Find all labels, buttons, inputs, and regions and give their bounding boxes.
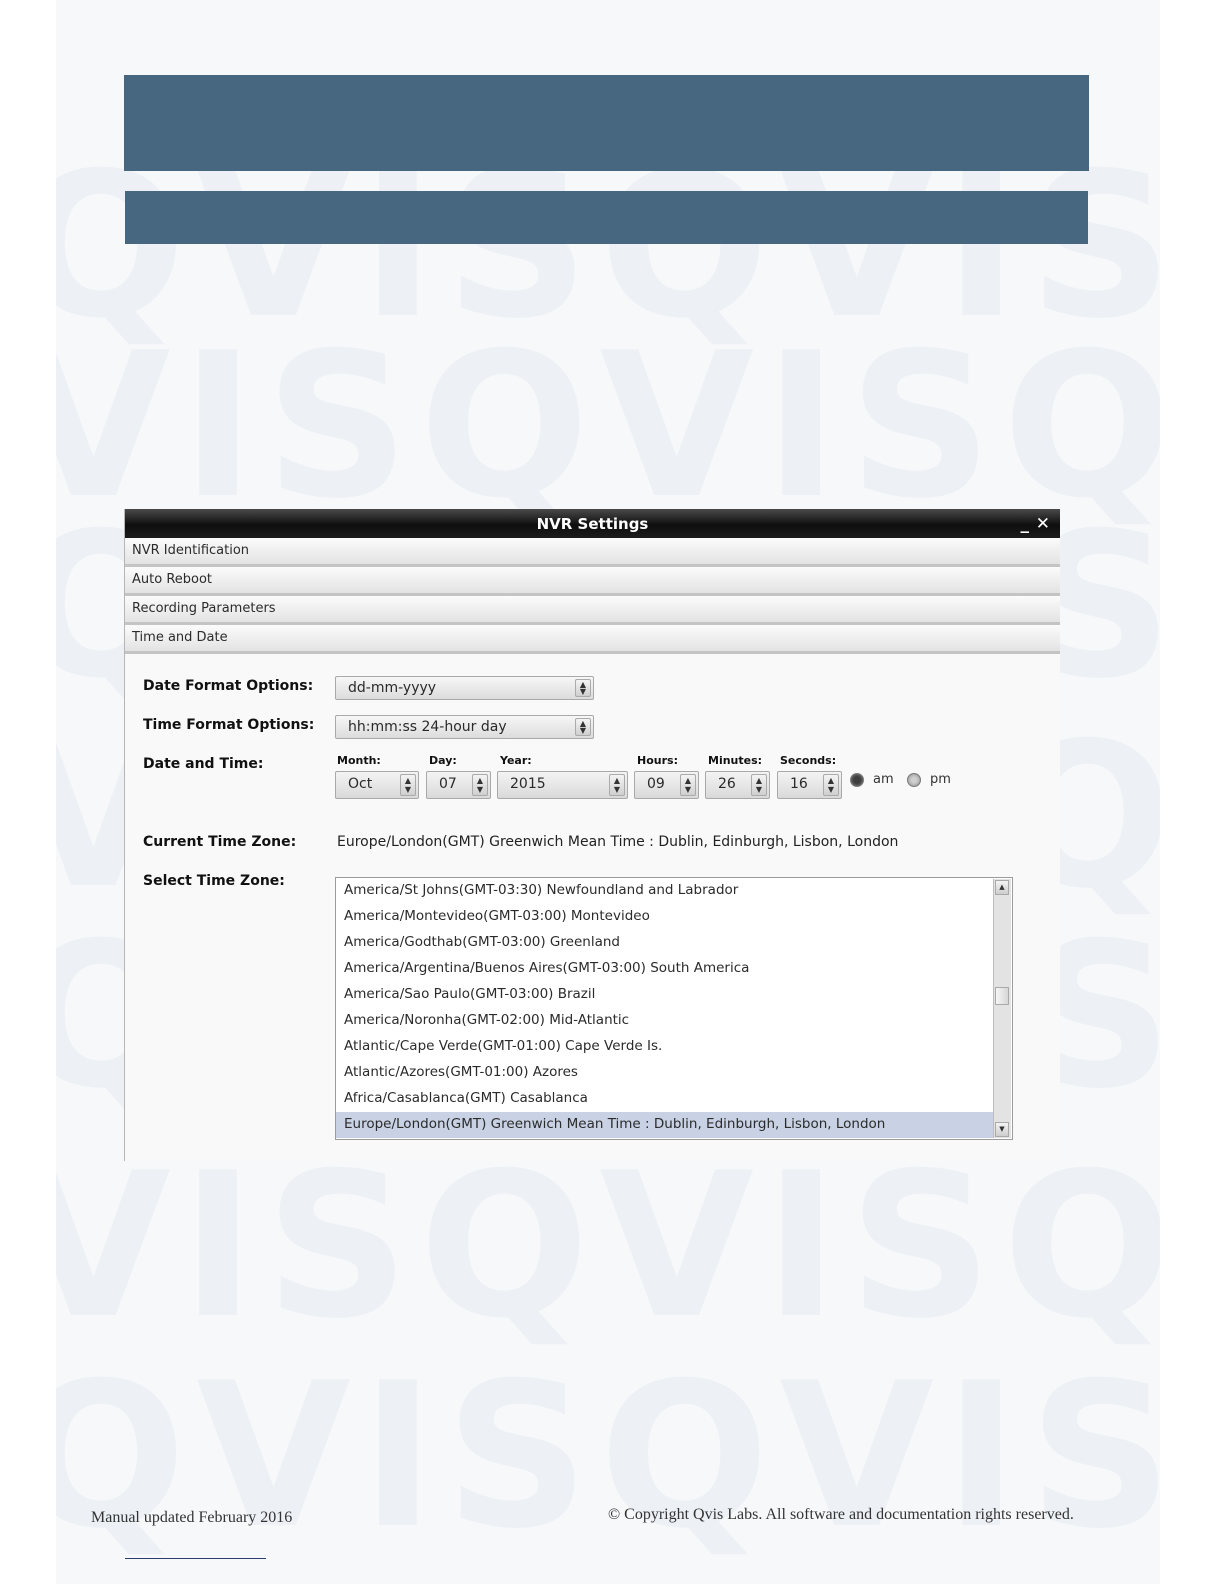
spinner-arrows-icon: ▲ ▼: [472, 774, 488, 796]
window-title: NVR Settings: [536, 515, 649, 533]
minimize-button[interactable]: _: [1021, 509, 1030, 539]
accordion-time-and-date[interactable]: Time and Date: [125, 625, 1060, 654]
month-label: Month:: [337, 754, 381, 767]
time-format-select[interactable]: hh:mm:ss 24-hour day ▲ ▼: [335, 715, 594, 739]
month-value: Oct: [348, 776, 373, 792]
time-format-label: Time Format Options:: [143, 717, 315, 733]
pm-radio[interactable]: [907, 773, 921, 787]
footer-updated-note: Manual updated February 2016: [91, 1509, 293, 1526]
seconds-spinner[interactable]: 16 ▲ ▼: [777, 771, 842, 799]
spinner-arrows-icon: ▲ ▼: [823, 774, 839, 796]
spinner-arrows-icon: ▲ ▼: [680, 774, 696, 796]
list-item[interactable]: America/Montevideo(GMT-03:00) Montevideo: [336, 904, 994, 930]
date-format-select[interactable]: dd-mm-yyyy ▲ ▼: [335, 676, 594, 700]
am-radio[interactable]: [850, 773, 864, 787]
close-button[interactable]: ✕: [1036, 509, 1050, 539]
date-format-label: Date Format Options:: [143, 678, 314, 694]
hours-value: 09: [647, 776, 665, 792]
footer-copyright: © Copyright Qvis Labs. All software and …: [608, 1506, 1074, 1523]
minutes-value: 26: [718, 776, 736, 792]
list-item[interactable]: Atlantic/Cape Verde(GMT-01:00) Cape Verd…: [336, 1034, 994, 1060]
hours-spinner[interactable]: 09 ▲ ▼: [634, 771, 699, 799]
accordion-recording-parameters[interactable]: Recording Parameters: [125, 596, 1060, 625]
year-label: Year:: [500, 754, 532, 767]
am-label: am: [873, 772, 894, 787]
date-format-value: dd-mm-yyyy: [348, 680, 437, 696]
list-item[interactable]: America/Sao Paulo(GMT-03:00) Brazil: [336, 982, 994, 1008]
day-label: Day:: [429, 754, 457, 767]
select-tz-label: Select Time Zone:: [143, 873, 285, 889]
spinner-arrows-icon: ▲ ▼: [575, 718, 591, 736]
list-item[interactable]: Africa/Casablanca(GMT) Casablanca: [336, 1086, 994, 1112]
timezone-listbox[interactable]: America/St Johns(GMT-03:30) Newfoundland…: [335, 877, 1013, 1140]
seconds-label: Seconds:: [780, 754, 837, 767]
time-format-value: hh:mm:ss 24-hour day: [348, 719, 507, 735]
spinner-arrows-icon: ▲ ▼: [751, 774, 767, 796]
day-spinner[interactable]: 07 ▲ ▼: [426, 771, 491, 799]
accordion-nvr-identification[interactable]: NVR Identification: [125, 538, 1060, 567]
nvr-settings-window: NVR Settings _ ✕ NVR Identification Auto…: [124, 509, 1060, 1161]
header-banner: [124, 75, 1089, 171]
subheader-banner: [125, 191, 1088, 244]
list-item[interactable]: Europe/London(GMT) Greenwich Mean Time :…: [336, 1112, 994, 1138]
list-item[interactable]: America/Godthab(GMT-03:00) Greenland: [336, 930, 994, 956]
accordion-auto-reboot[interactable]: Auto Reboot: [125, 567, 1060, 596]
footer-rule: [125, 1558, 266, 1559]
day-value: 07: [439, 776, 457, 792]
list-item[interactable]: America/St Johns(GMT-03:30) Newfoundland…: [336, 878, 994, 904]
time-date-panel: Date Format Options: dd-mm-yyyy ▲ ▼ Time …: [125, 654, 1060, 1148]
year-value: 2015: [510, 776, 546, 792]
scroll-up-icon[interactable]: ▲: [995, 880, 1009, 895]
minutes-spinner[interactable]: 26 ▲ ▼: [705, 771, 770, 799]
spinner-arrows-icon: ▲ ▼: [609, 774, 625, 796]
minutes-label: Minutes:: [708, 754, 763, 767]
list-item[interactable]: America/Argentina/Buenos Aires(GMT-03:00…: [336, 956, 994, 982]
date-time-label: Date and Time:: [143, 756, 264, 772]
scrollbar-thumb[interactable]: [995, 987, 1009, 1005]
spinner-arrows-icon: ▲ ▼: [400, 774, 416, 796]
year-spinner[interactable]: 2015 ▲ ▼: [497, 771, 628, 799]
current-tz-label: Current Time Zone:: [143, 834, 297, 850]
pm-label: pm: [930, 772, 951, 787]
list-item[interactable]: America/Noronha(GMT-02:00) Mid-Atlantic: [336, 1008, 994, 1034]
vertical-scrollbar[interactable]: ▲ ▼: [993, 879, 1011, 1138]
current-tz-value: Europe/London(GMT) Greenwich Mean Time :…: [337, 834, 899, 850]
hours-label: Hours:: [637, 754, 678, 767]
window-titlebar[interactable]: NVR Settings _ ✕: [125, 509, 1060, 538]
scroll-down-icon[interactable]: ▼: [995, 1122, 1009, 1137]
seconds-value: 16: [790, 776, 808, 792]
list-item[interactable]: Atlantic/Azores(GMT-01:00) Azores: [336, 1060, 994, 1086]
month-spinner[interactable]: Oct ▲ ▼: [335, 771, 419, 799]
spinner-arrows-icon: ▲ ▼: [575, 679, 591, 697]
